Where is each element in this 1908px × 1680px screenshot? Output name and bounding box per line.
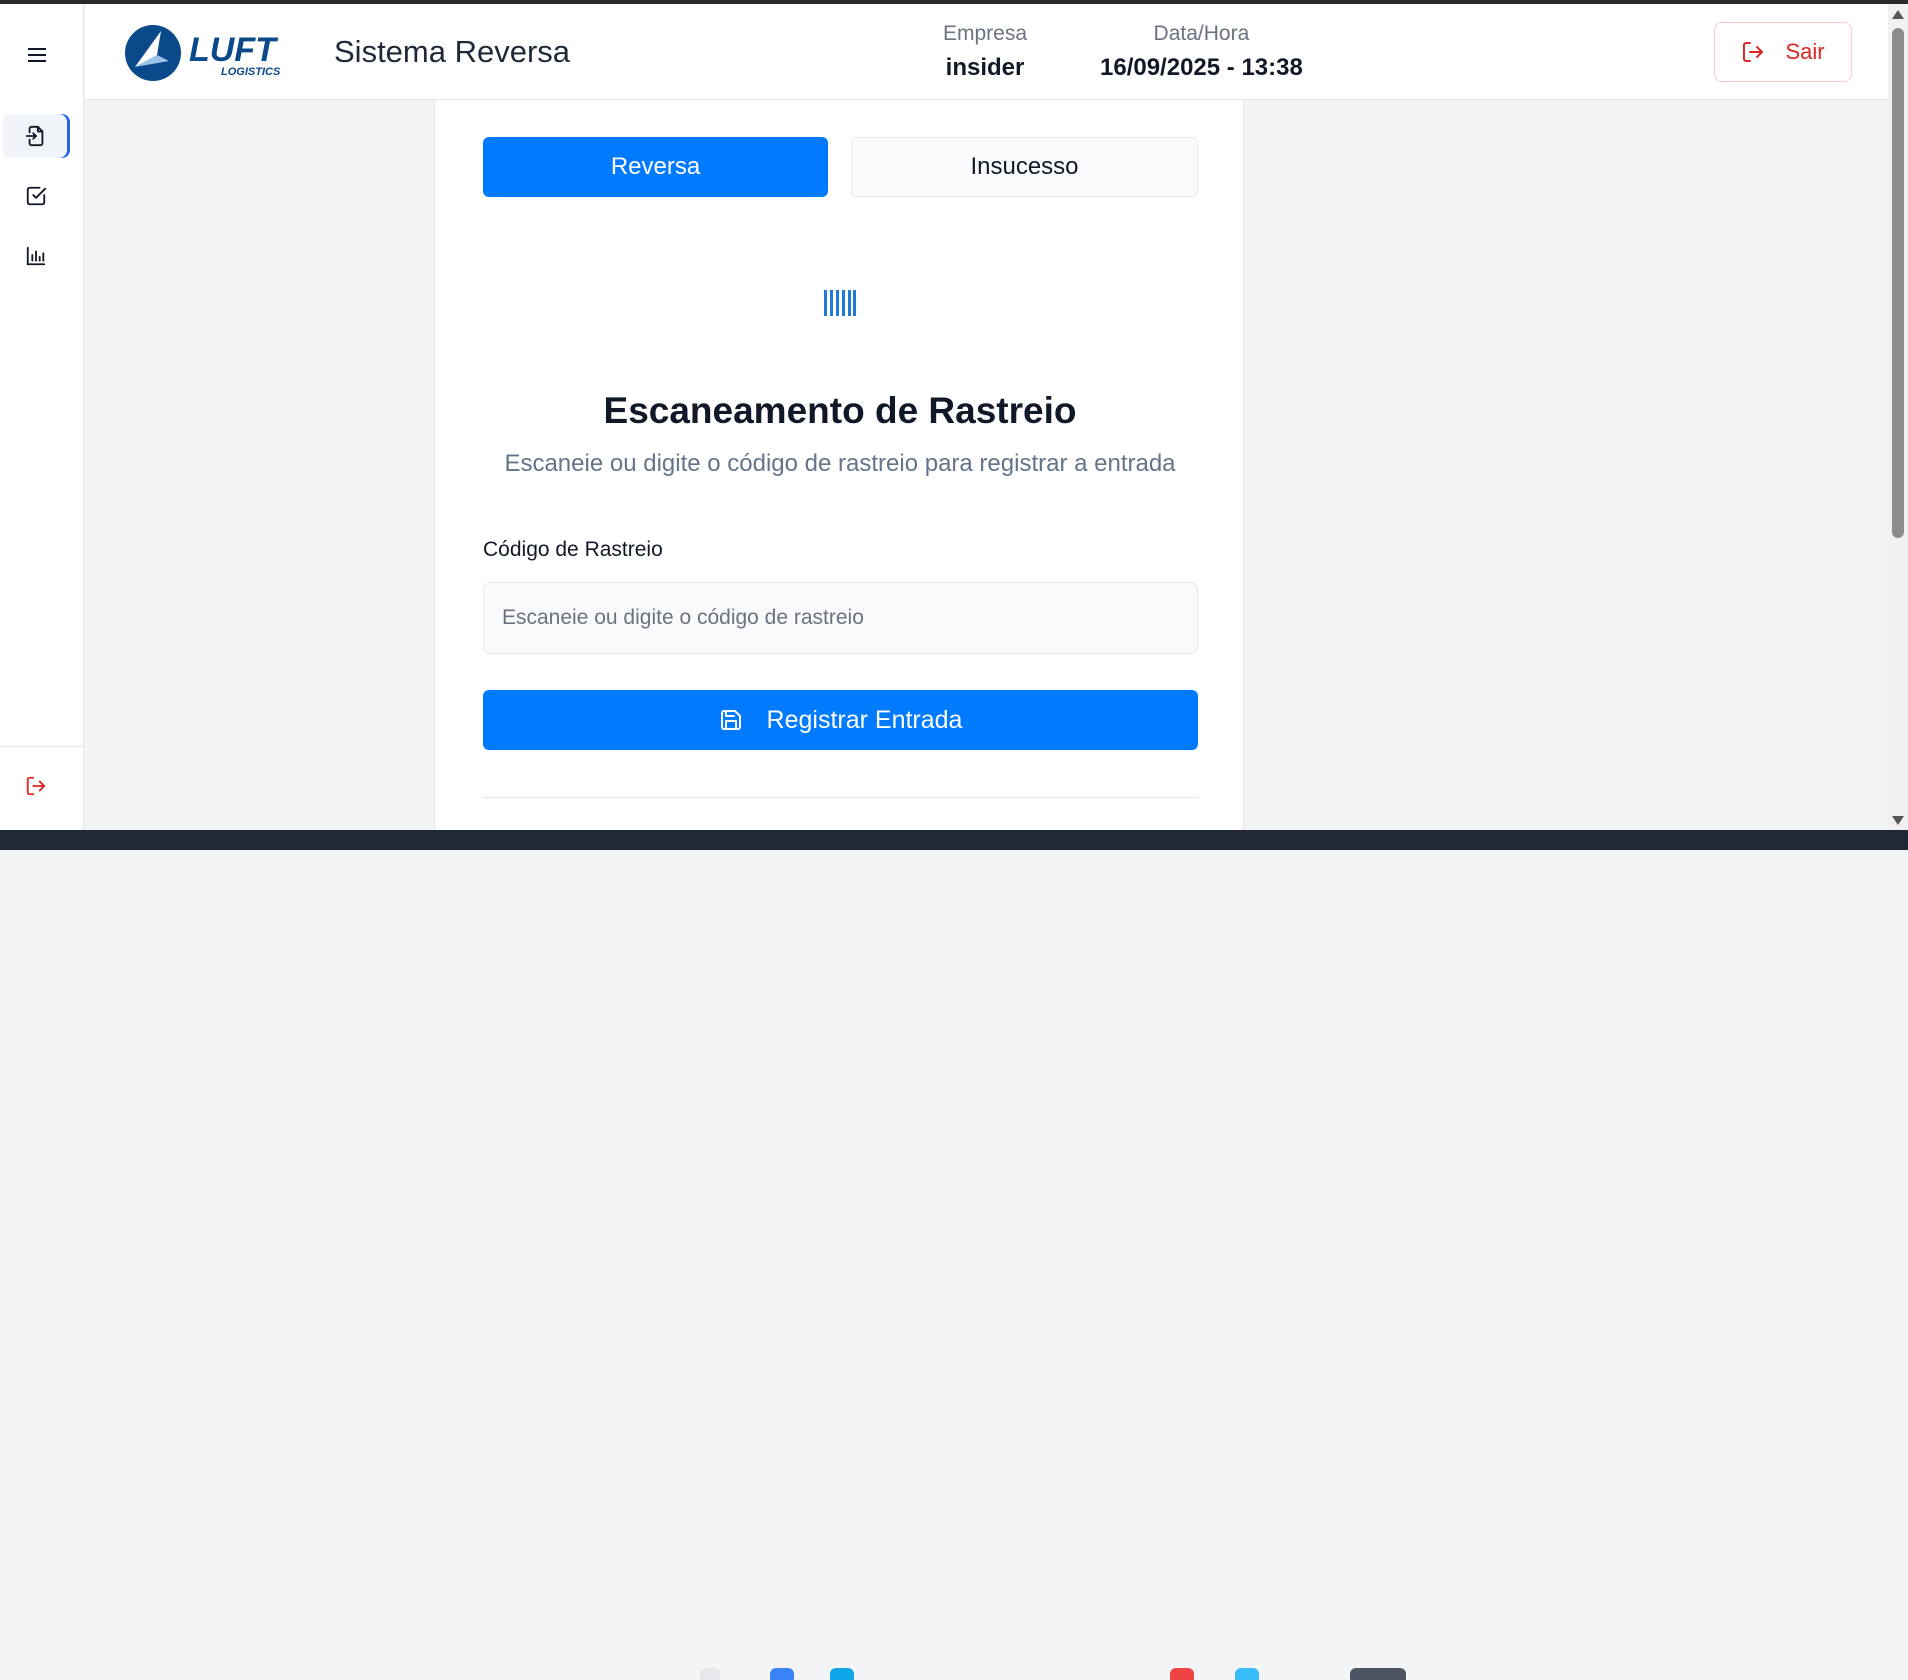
scan-card: Reversa Insucesso Escaneamento de Rastre… xyxy=(434,100,1244,830)
tracking-code-label: Código de Rastreio xyxy=(483,538,663,561)
hamburger-icon xyxy=(28,48,46,62)
luft-logo: LUFT LOGISTICS xyxy=(123,21,313,85)
sidebar-divider xyxy=(0,746,84,747)
datetime-value: 16/09/2025 - 13:38 xyxy=(1100,54,1303,81)
datetime-info: Data/Hora 16/09/2025 - 13:38 xyxy=(1100,22,1303,82)
logout-icon xyxy=(26,776,46,796)
company-label: Empresa xyxy=(943,22,1028,45)
datetime-label: Data/Hora xyxy=(1153,22,1250,45)
tracking-code-input[interactable] xyxy=(483,582,1198,654)
os-taskbar xyxy=(0,830,1908,1680)
logout-icon xyxy=(1743,42,1764,62)
sidebar-item-reports[interactable] xyxy=(2,234,70,278)
top-header: LUFT LOGISTICS Sistema Reversa Empresa i… xyxy=(85,4,1888,100)
app-title: Sistema Reversa xyxy=(334,34,571,69)
bar-chart-icon xyxy=(26,246,46,266)
save-icon xyxy=(720,710,741,730)
luft-logo-mark: LUFT LOGISTICS xyxy=(125,25,281,81)
company-value: insider xyxy=(945,54,1025,81)
logout-label: Sair xyxy=(1785,39,1825,64)
taskbar-app-icon[interactable] xyxy=(830,1668,854,1680)
sidebar-logout-button[interactable] xyxy=(14,764,58,808)
scroll-thumb[interactable] xyxy=(1892,28,1904,538)
file-import-icon xyxy=(25,125,44,147)
register-entry-button[interactable]: Registrar Entrada xyxy=(483,690,1198,750)
taskbar-app-icon[interactable] xyxy=(1170,1668,1194,1680)
barcode-icon xyxy=(824,290,856,316)
logo-text: LUFT xyxy=(189,31,279,69)
taskbar-app-icon[interactable] xyxy=(1235,1668,1259,1680)
company-info: Empresa insider xyxy=(943,22,1027,82)
scroll-up-arrow-icon[interactable] xyxy=(1892,10,1904,19)
logo-subtext: LOGISTICS xyxy=(221,66,281,78)
scroll-down-arrow-icon[interactable] xyxy=(1892,816,1904,825)
card-divider xyxy=(483,797,1198,798)
scan-title: Escaneamento de Rastreio xyxy=(603,390,1077,431)
sidebar xyxy=(0,4,84,830)
check-square-icon xyxy=(26,186,47,206)
taskbar-app-icon[interactable] xyxy=(1350,1668,1406,1680)
logout-button[interactable]: Sair xyxy=(1714,22,1852,82)
scan-subtitle: Escaneie ou digite o código de rastreio … xyxy=(504,450,1176,477)
menu-toggle-button[interactable] xyxy=(22,40,52,70)
page-scrollbar[interactable] xyxy=(1888,4,1908,830)
register-entry-label: Registrar Entrada xyxy=(766,705,963,734)
tab-reversa[interactable]: Reversa xyxy=(483,137,828,197)
taskbar-app-icon[interactable] xyxy=(700,1668,720,1680)
sidebar-item-entry[interactable] xyxy=(2,114,70,158)
tab-insucesso[interactable]: Insucesso xyxy=(851,137,1198,197)
taskbar-app-icon[interactable] xyxy=(770,1668,794,1680)
sidebar-item-checklist[interactable] xyxy=(2,174,70,218)
